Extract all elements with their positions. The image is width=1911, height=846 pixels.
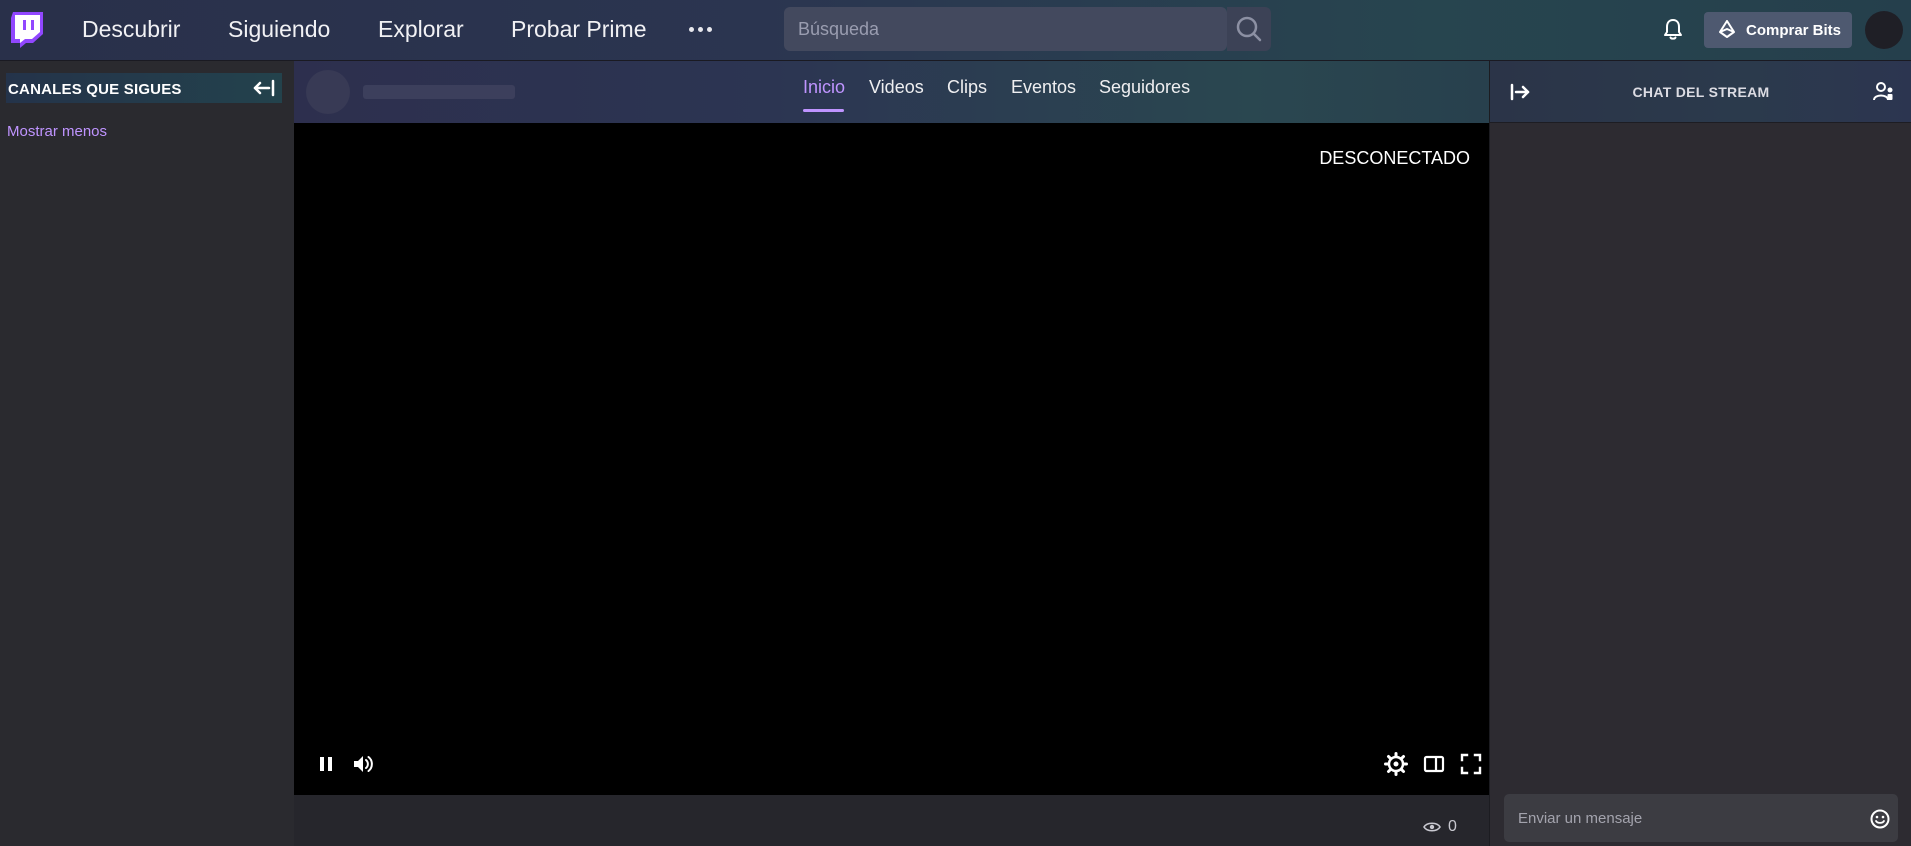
theatre-mode-icon[interactable]: [1420, 750, 1448, 778]
pause-icon[interactable]: [312, 750, 340, 778]
tab-inicio[interactable]: Inicio: [803, 77, 845, 98]
top-navigation-bar: Descubrir Siguiendo Explorar Probar Prim…: [0, 0, 1911, 61]
smiley-icon[interactable]: [1869, 808, 1891, 830]
search-input[interactable]: [784, 7, 1227, 51]
followed-channels-sidebar: CANALES QUE SIGUES Mostrar menos: [0, 61, 294, 846]
sidebar-title: CANALES QUE SIGUES: [8, 81, 182, 98]
chat-input-box: [1504, 794, 1898, 842]
nav-descubrir[interactable]: Descubrir: [82, 16, 180, 43]
stream-chat-panel: CHAT DEL STREAM: [1489, 61, 1911, 846]
collapse-left-icon[interactable]: [251, 78, 277, 98]
settings-icon[interactable]: [1382, 750, 1410, 778]
tab-eventos[interactable]: Eventos: [1011, 77, 1076, 98]
more-dots-icon[interactable]: [689, 14, 713, 44]
channel-header: Inicio Videos Clips Eventos Seguidores: [294, 61, 1489, 123]
buy-bits-label: Comprar Bits: [1746, 22, 1842, 39]
channel-name-placeholder: [363, 85, 515, 99]
fullscreen-icon[interactable]: [1457, 750, 1485, 778]
offline-status: DESCONECTADO: [1319, 148, 1470, 168]
buy-bits-button[interactable]: Comprar Bits: [1704, 12, 1852, 48]
search-box: [784, 7, 1227, 51]
active-tab-indicator: [803, 109, 844, 112]
bits-gem-icon: [1719, 20, 1735, 38]
player-info-bar: [294, 795, 1489, 846]
tab-videos[interactable]: Videos: [869, 77, 924, 98]
nav-explorar[interactable]: Explorar: [378, 16, 464, 43]
eye-icon: [1423, 822, 1441, 832]
video-player[interactable]: DESCONECTADO: [294, 123, 1489, 795]
chat-title: CHAT DEL STREAM: [1632, 84, 1770, 100]
community-icon[interactable]: [1872, 79, 1896, 103]
channel-avatar[interactable]: [306, 70, 350, 114]
chat-header: CHAT DEL STREAM: [1490, 61, 1911, 123]
tab-seguidores[interactable]: Seguidores: [1099, 77, 1190, 98]
chat-message-input[interactable]: [1504, 794, 1854, 842]
nav-siguiendo[interactable]: Siguiendo: [228, 16, 330, 43]
show-less-link[interactable]: Mostrar menos: [7, 123, 107, 140]
search-icon: [1236, 16, 1262, 42]
nav-probar-prime[interactable]: Probar Prime: [511, 16, 646, 43]
user-avatar[interactable]: [1865, 11, 1903, 49]
volume-icon[interactable]: [349, 750, 377, 778]
search-button[interactable]: [1227, 7, 1271, 51]
viewer-count: 0: [1423, 817, 1463, 837]
tab-clips[interactable]: Clips: [947, 77, 987, 98]
sidebar-header: CANALES QUE SIGUES: [6, 73, 282, 103]
bell-icon[interactable]: [1660, 16, 1686, 42]
viewer-count-value: 0: [1448, 818, 1457, 835]
twitch-logo-icon[interactable]: [9, 12, 43, 48]
